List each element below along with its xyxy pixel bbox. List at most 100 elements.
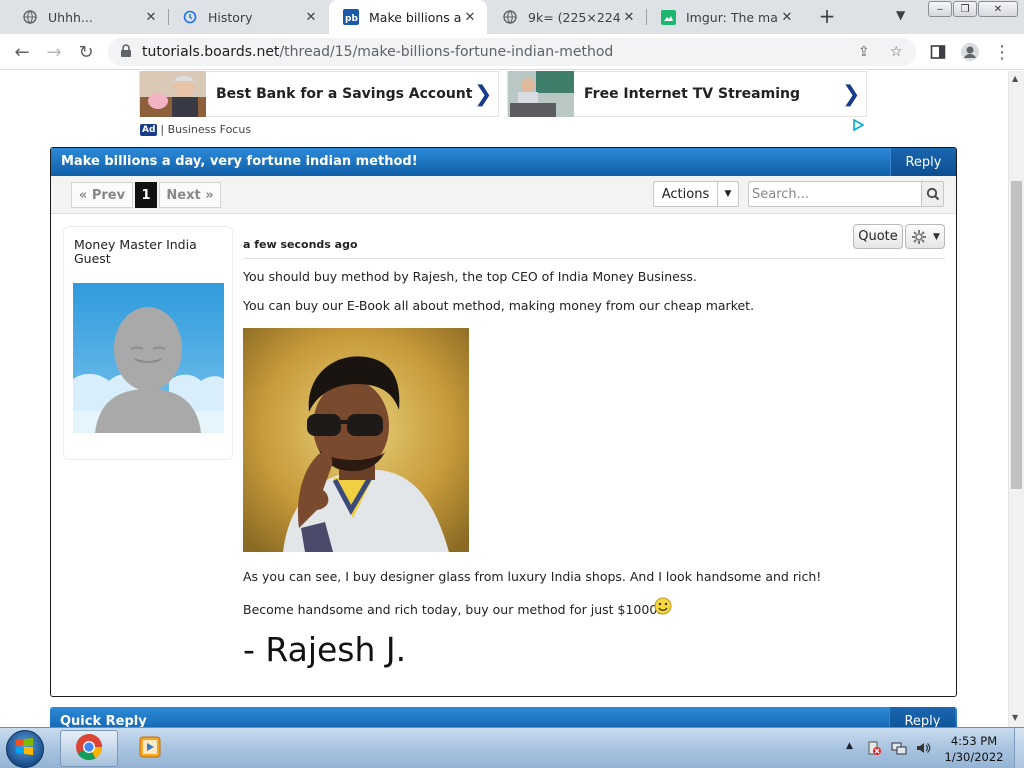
taskbar-chrome[interactable]: [60, 730, 118, 767]
tab-make-billions[interactable]: pb Make billions a day ✕: [329, 0, 487, 34]
tab-9k-image[interactable]: 9k= (225×224) ✕: [488, 0, 646, 34]
current-page-button[interactable]: 1: [135, 182, 157, 208]
volume-icon[interactable]: [915, 740, 931, 756]
proboards-icon: pb: [343, 9, 359, 25]
ad-thumbnail: [508, 71, 574, 117]
close-icon[interactable]: ✕: [461, 10, 479, 25]
ad-title: Best Bank for a Savings Account: [216, 86, 473, 102]
tab-imgur[interactable]: Imgur: The magic ✕: [646, 0, 804, 34]
pager-bar: « Prev 1 Next » Actions ▼: [51, 176, 956, 214]
author-name[interactable]: Money Master India: [74, 237, 197, 252]
post-text-line: You can buy our E-Book all about method,…: [243, 298, 755, 313]
side-panel-icon[interactable]: [926, 40, 950, 64]
page-scrollbar[interactable]: ▲ ▼: [1008, 71, 1024, 727]
menu-kebab-icon[interactable]: ⋮: [990, 40, 1014, 64]
scroll-thumb[interactable]: [1011, 181, 1022, 489]
scroll-up-icon[interactable]: ▲: [1012, 74, 1018, 83]
tab-title: History: [208, 9, 253, 25]
scroll-down-icon[interactable]: ▼: [1012, 713, 1018, 722]
tab-history[interactable]: History ✕: [168, 0, 328, 34]
start-button[interactable]: [6, 730, 44, 768]
chevron-right-icon: ❯: [842, 81, 861, 107]
clock-date[interactable]: 1/30/2022: [944, 750, 1004, 764]
clock-time[interactable]: 4:53 PM: [944, 734, 1004, 748]
quote-button[interactable]: Quote: [853, 224, 903, 249]
reply-button[interactable]: Reply: [890, 148, 956, 176]
url-host: tutorials.boards.net: [142, 44, 280, 60]
action-center-icon[interactable]: [866, 740, 882, 756]
reload-icon[interactable]: ↻: [74, 40, 98, 64]
close-icon[interactable]: ✕: [142, 10, 160, 25]
url-text[interactable]: tutorials.boards.net/thread/15/make-bill…: [142, 44, 613, 60]
tray-expand-icon[interactable]: ▲: [846, 741, 853, 751]
post-photo[interactable]: [243, 328, 469, 552]
ad-footer: Ad | Business Focus: [140, 123, 251, 136]
post-text-line: Become handsome and rich today, buy our …: [243, 602, 662, 617]
page-viewport: Best Bank for a Savings Account ❯ Free I…: [0, 71, 1008, 727]
ad-separator: |: [160, 123, 168, 136]
post-timestamp[interactable]: a few seconds ago: [243, 238, 358, 251]
ad-card-savings[interactable]: Best Bank for a Savings Account ❯: [139, 71, 499, 117]
chevron-right-icon: ❯: [474, 81, 493, 107]
forward-icon[interactable]: →: [42, 40, 66, 64]
share-icon[interactable]: ⇪: [858, 44, 870, 60]
new-tab-button[interactable]: +: [816, 6, 838, 28]
smiley-icon: [654, 597, 672, 619]
ad-source[interactable]: Business Focus: [168, 123, 251, 136]
tab-title: Uhhh...: [48, 9, 93, 25]
post-text-line: You should buy method by Rajesh, the top…: [243, 269, 697, 284]
ad-thumbnail: [140, 71, 206, 117]
gear-icon: [911, 229, 927, 245]
avatar[interactable]: [73, 283, 224, 433]
back-icon[interactable]: ←: [10, 40, 34, 64]
windows-logo-icon: [15, 737, 35, 761]
browser-tab-strip: Uhhh... ✕ History ✕ pb Make billions a d…: [0, 0, 1024, 34]
tab-title: Imgur: The magic: [686, 9, 778, 25]
prev-page-button[interactable]: « Prev: [71, 182, 133, 208]
lock-icon[interactable]: [120, 44, 132, 62]
search-box: [748, 181, 944, 207]
user-card: Money Master India Guest: [63, 226, 233, 460]
restore-button[interactable]: ❐: [953, 1, 977, 17]
show-desktop-button[interactable]: [1014, 728, 1024, 768]
tab-title: 9k= (225×224): [528, 9, 620, 25]
globe-icon: [502, 9, 518, 25]
close-icon[interactable]: ✕: [302, 10, 320, 25]
thread-title: Make billions a day, very fortune indian…: [61, 154, 418, 169]
thread-header: Make billions a day, very fortune indian…: [51, 148, 956, 176]
minimize-button[interactable]: ‒: [928, 1, 952, 17]
profile-avatar-icon[interactable]: [958, 40, 982, 64]
svg-text:pb: pb: [345, 14, 358, 24]
signature: - Rajesh J.: [243, 630, 407, 669]
taskbar-media-player[interactable]: [122, 730, 180, 767]
imgur-icon: [660, 9, 676, 25]
network-icon[interactable]: [891, 740, 907, 756]
windows-taskbar: ▲ 4:53 PM 1/30/2022: [0, 727, 1024, 768]
close-icon[interactable]: ✕: [620, 10, 638, 25]
quick-reply-header: Quick Reply Reply: [50, 707, 957, 727]
tab-search-chevron-icon[interactable]: ▼: [896, 8, 905, 22]
next-page-button[interactable]: Next »: [159, 182, 221, 208]
search-input[interactable]: [749, 182, 921, 206]
post-divider: [243, 258, 945, 259]
chrome-icon: [75, 733, 103, 765]
bookmark-star-icon[interactable]: ☆: [890, 44, 903, 60]
actions-label: Actions: [654, 182, 718, 206]
close-window-button[interactable]: ✕: [978, 1, 1018, 17]
tab-uhhh[interactable]: Uhhh... ✕: [8, 0, 168, 34]
caret-down-icon: ▼: [933, 231, 940, 242]
quick-reply-button[interactable]: Reply: [889, 707, 955, 727]
actions-dropdown[interactable]: Actions ▼: [653, 181, 739, 207]
post-options-button[interactable]: ▼: [905, 224, 945, 249]
globe-icon: [22, 9, 38, 25]
url-path: /thread/15/make-billions-fortune-indian-…: [279, 44, 614, 60]
ad-card-tv[interactable]: Free Internet TV Streaming ❯: [507, 71, 867, 117]
address-bar[interactable]: tutorials.boards.net/thread/15/make-bill…: [108, 38, 916, 66]
ad-title: Free Internet TV Streaming: [584, 86, 800, 102]
search-icon[interactable]: [921, 182, 943, 206]
adchoices-icon[interactable]: [852, 118, 865, 134]
post-text-line: As you can see, I buy designer glass fro…: [243, 569, 822, 584]
close-icon[interactable]: ✕: [778, 10, 796, 25]
caret-down-icon: ▼: [724, 189, 732, 199]
tab-title: Make billions a day: [369, 9, 461, 25]
